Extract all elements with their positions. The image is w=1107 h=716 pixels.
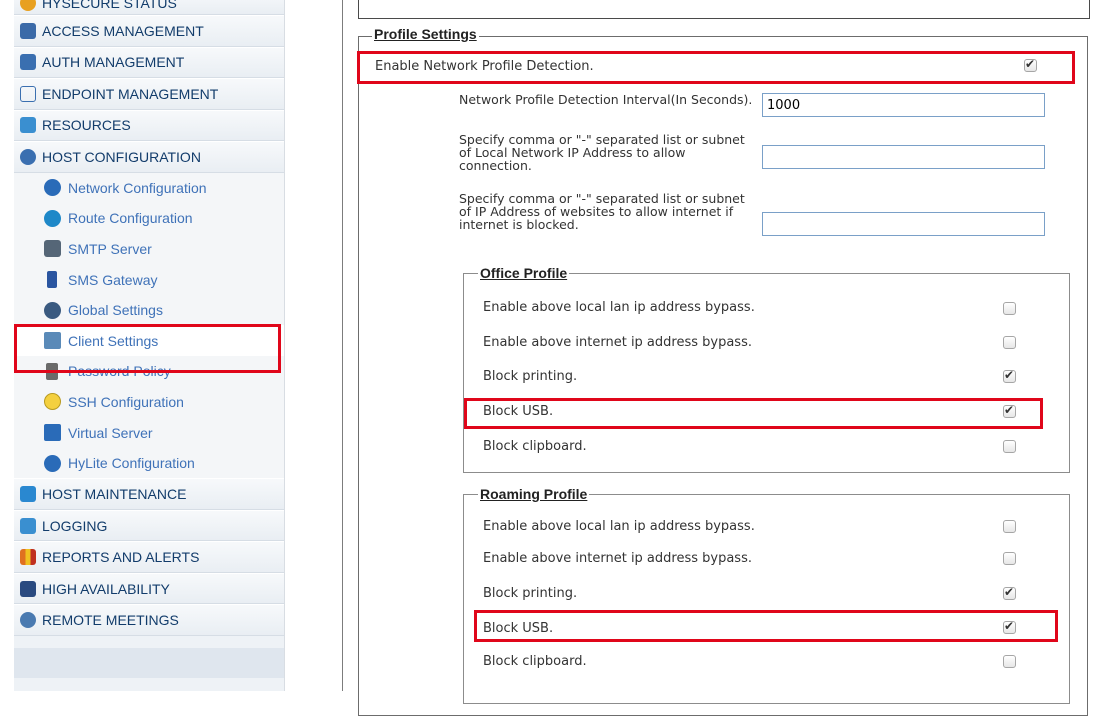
- profile-settings-legend: Profile Settings: [372, 26, 479, 42]
- bar-chart-icon: [20, 549, 36, 566]
- sidebar-subitem-smtp-server[interactable]: SMTP Server: [14, 233, 284, 265]
- sidebar-item-label: REPORTS AND ALERTS: [42, 549, 200, 566]
- interval-input[interactable]: [762, 93, 1045, 117]
- sidebar-item-auth-management[interactable]: AUTH MANAGEMENT: [14, 46, 284, 78]
- sidebar-item-label: ENDPOINT MANAGEMENT: [42, 85, 219, 102]
- sidebar-item-remote-meetings[interactable]: REMOTE MEETINGS: [14, 604, 284, 636]
- sidebar-item-reports-and-alerts[interactable]: REPORTS AND ALERTS: [14, 541, 284, 573]
- calendar-icon: [20, 517, 36, 534]
- sidebar-item-label: REMOTE MEETINGS: [42, 612, 179, 629]
- meetings-icon: [20, 612, 36, 629]
- office-option-label: Block clipboard.: [483, 439, 587, 454]
- sidebar-subitem-global-settings[interactable]: Global Settings: [14, 294, 284, 326]
- client-settings-highlight: [14, 324, 281, 373]
- roaming-option-label: Block printing.: [483, 586, 578, 601]
- sidebar-subitem-label: SMS Gateway: [68, 271, 158, 288]
- roaming-block-usb-highlight: [474, 610, 1058, 642]
- sidebar-subitem-route-configuration[interactable]: Route Configuration: [14, 203, 284, 234]
- access-management-icon: [20, 22, 36, 39]
- settings-icon: [44, 301, 61, 319]
- sidebar-subitem-label: SMTP Server: [68, 240, 152, 257]
- local-ip-input[interactable]: [762, 145, 1045, 169]
- office-option-label: Enable above local lan ip address bypass…: [483, 300, 755, 315]
- enable-detection-highlight: [357, 51, 1075, 84]
- sidebar-item-endpoint-management[interactable]: ENDPOINT MANAGEMENT: [14, 78, 284, 110]
- sidebar-subitem-label: HyLite Configuration: [68, 455, 195, 472]
- sidebar-item-label: HOST MAINTENANCE: [42, 486, 187, 503]
- office-internet-bypass-checkbox[interactable]: [1003, 336, 1016, 349]
- hylite-icon: [44, 454, 61, 472]
- bulb-icon: [44, 393, 61, 411]
- sidebar-subitem-label: Global Settings: [68, 302, 163, 319]
- roaming-option-label: Enable above internet ip address bypass.: [483, 551, 752, 566]
- sidebar-item-access-management[interactable]: ACCESS MANAGEMENT: [14, 15, 284, 47]
- sidebar-subitem-network-configuration[interactable]: Network Configuration: [14, 172, 284, 204]
- sidebar-subitem-label: Route Configuration: [68, 210, 193, 227]
- sidebar-item-resources[interactable]: RESOURCES: [14, 109, 284, 141]
- office-block-clipboard-checkbox[interactable]: [1003, 440, 1016, 453]
- sidebar-subitem-sms-gateway[interactable]: SMS Gateway: [14, 264, 284, 295]
- phone-icon: [47, 271, 57, 289]
- sidebar-subitem-hylite-configuration[interactable]: HyLite Configuration: [14, 447, 284, 479]
- sidebar-item-high-availability[interactable]: HIGH AVAILABILITY: [14, 572, 284, 605]
- local-ip-label: Specify comma or "-" separated list or s…: [459, 132, 745, 173]
- ha-icon: [20, 580, 36, 597]
- sidebar-item-label: LOGGING: [42, 517, 108, 534]
- sidebar-subitem-virtual-server[interactable]: Virtual Server: [14, 417, 284, 448]
- roaming-profile-legend: Roaming Profile: [478, 486, 590, 502]
- scale-icon: [20, 85, 36, 102]
- office-option-label: Enable above internet ip address bypass.: [483, 335, 752, 350]
- network-icon: [44, 179, 61, 197]
- globe-icon: [44, 209, 61, 227]
- sidebar-item-logging[interactable]: LOGGING: [14, 509, 284, 542]
- sidebar-item-label: HYSECURE STATUS: [42, 0, 177, 11]
- sidebar-subitem-label: SSH Configuration: [68, 393, 184, 410]
- roaming-internet-bypass-checkbox[interactable]: [1003, 552, 1016, 565]
- maintenance-icon: [20, 486, 36, 503]
- sidebar-item-host-configuration[interactable]: HOST CONFIGURATION: [14, 141, 284, 173]
- office-option-label: Block printing.: [483, 369, 578, 384]
- roaming-block-printing-checkbox[interactable]: [1003, 585, 1016, 600]
- interval-label: Network Profile Detection Interval(In Se…: [459, 92, 753, 107]
- sidebar-item-label: HOST CONFIGURATION: [42, 148, 201, 165]
- sidebar-subitem-label: Network Configuration: [68, 179, 207, 196]
- sidebar-item-hysecure-status[interactable]: HYSECURE STATUS: [14, 0, 284, 15]
- office-lan-bypass-checkbox[interactable]: [1003, 302, 1016, 315]
- sidebar-item-label: RESOURCES: [42, 117, 131, 134]
- office-profile-legend: Office Profile: [478, 265, 570, 281]
- top-panel: [358, 0, 1090, 19]
- server-icon: [44, 240, 61, 258]
- sidebar-item-host-maintenance[interactable]: HOST MAINTENANCE: [14, 478, 284, 510]
- sidebar-subitem-label: Virtual Server: [68, 424, 153, 441]
- sidebar-subitem-ssh-configuration[interactable]: SSH Configuration: [14, 386, 284, 418]
- resources-icon: [20, 117, 36, 134]
- sidebar-item-label: AUTH MANAGEMENT: [42, 54, 185, 71]
- roaming-block-clipboard-checkbox[interactable]: [1003, 655, 1016, 668]
- roaming-option-label: Enable above local lan ip address bypass…: [483, 519, 755, 534]
- roaming-lan-bypass-checkbox[interactable]: [1003, 520, 1016, 533]
- sidebar-item-label: HIGH AVAILABILITY: [42, 580, 170, 597]
- virtual-server-icon: [44, 424, 61, 442]
- lock-icon: [20, 54, 36, 71]
- office-block-printing-checkbox[interactable]: [1003, 368, 1016, 383]
- websites-ip-input[interactable]: [762, 212, 1045, 236]
- status-icon: [20, 0, 36, 11]
- sidebar-item-label: ACCESS MANAGEMENT: [42, 22, 204, 39]
- websites-ip-label: Specify comma or "-" separated list or s…: [459, 191, 745, 232]
- sidebar-footer: [14, 648, 284, 678]
- office-block-usb-highlight: [464, 398, 1043, 429]
- gears-icon: [20, 148, 36, 165]
- roaming-option-label: Block clipboard.: [483, 654, 587, 669]
